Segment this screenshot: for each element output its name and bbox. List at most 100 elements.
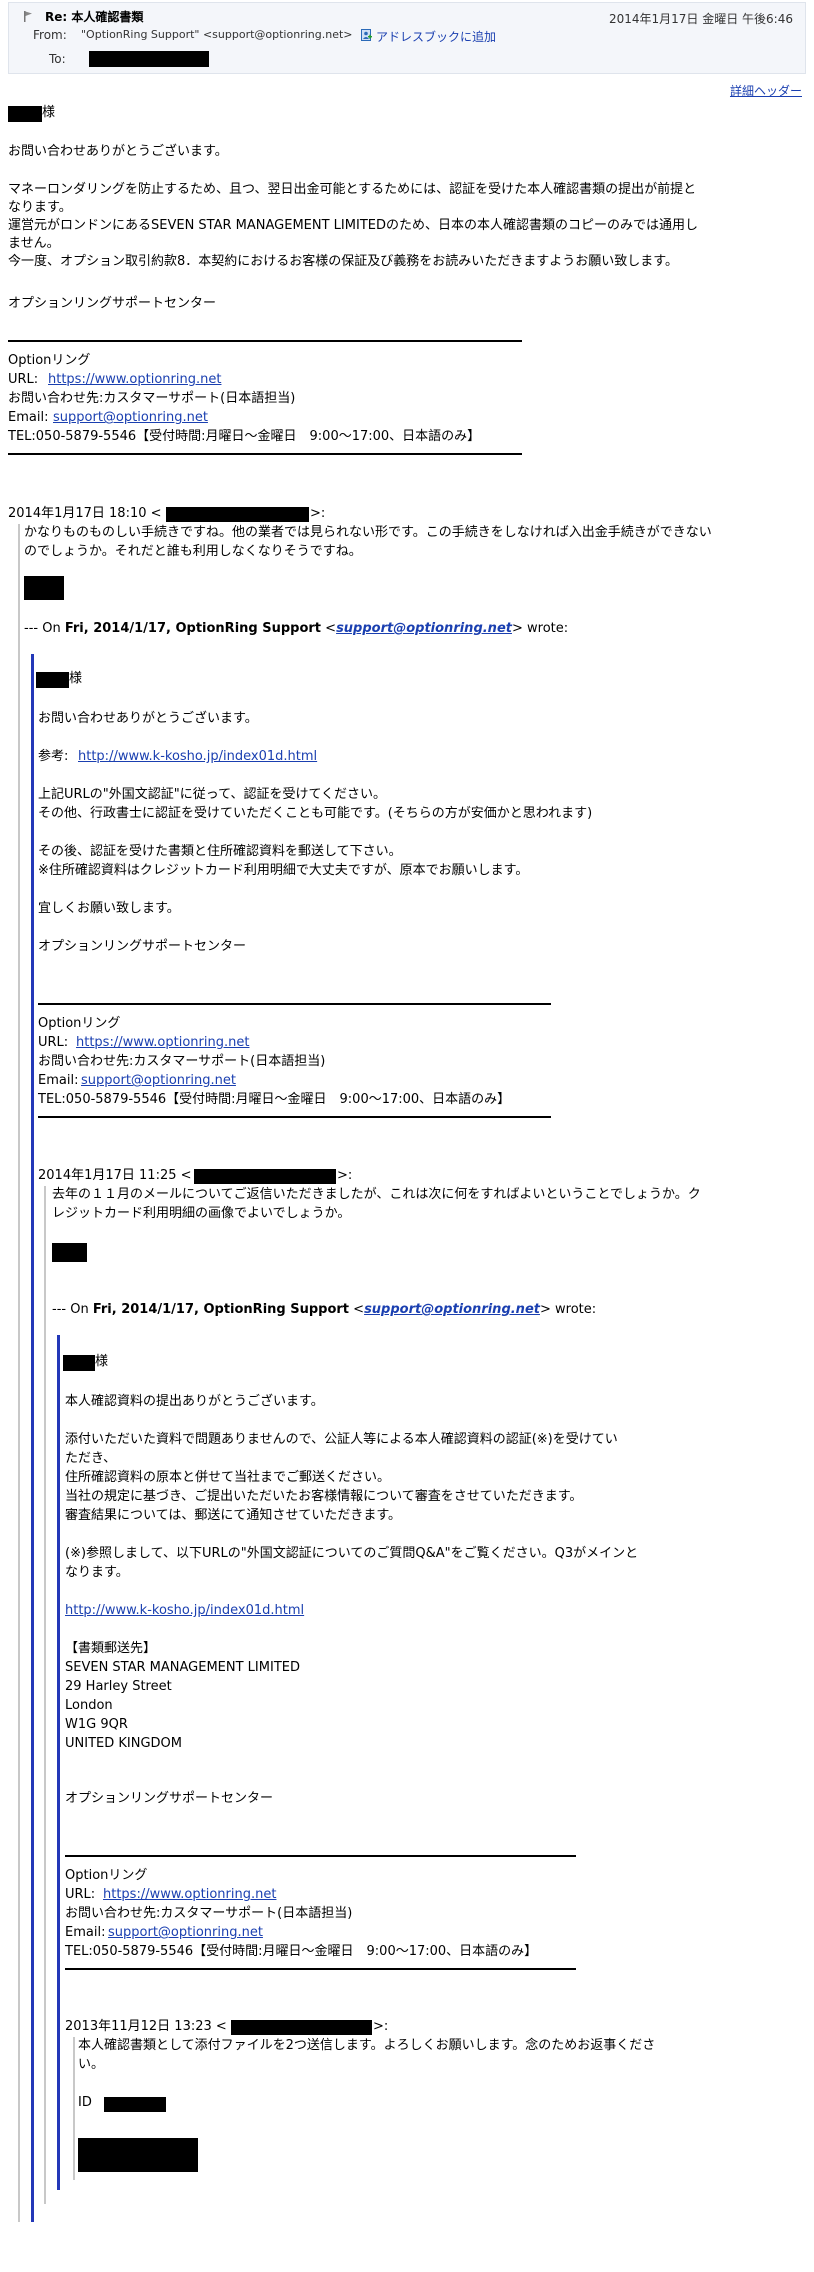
address-line: W1G 9QR — [65, 1717, 128, 1732]
message-header: Re: 本人確認書類 2014年1月17日 金曜日 午後6:46 From: "… — [8, 2, 806, 74]
salutation: 様 — [95, 1354, 109, 1369]
signature-divider — [8, 340, 522, 342]
redacted-name — [63, 1355, 95, 1371]
body-line: ません。 — [8, 236, 60, 251]
body-line: 上記URLの"外国文認証"に従って、認証を受けてください。 — [38, 787, 387, 802]
redacted-email — [166, 507, 309, 522]
address-line: London — [65, 1698, 113, 1713]
signature-name: Optionリング — [65, 1868, 148, 1883]
signature-divider — [38, 1003, 551, 1005]
id-label: ID — [78, 2095, 92, 2110]
signature-divider — [38, 1116, 551, 1118]
flag-icon[interactable] — [23, 11, 33, 22]
message-subject: Re: 本人確認書類 — [45, 10, 144, 24]
redacted-email — [231, 2020, 372, 2035]
sign-off: オプションリングサポートセンター — [65, 1791, 274, 1806]
signature-email-label: Email: — [65, 1925, 106, 1940]
signature-email-label: Email: — [38, 1073, 79, 1088]
quote-date: 2014年1月17日 18:10 < — [8, 506, 162, 521]
quote-line: 去年の１１月のメールについてご返信いただきましたが、これは次に何をすればよいとい… — [52, 1187, 701, 1202]
redacted-name — [36, 672, 69, 688]
address-line: SEVEN STAR MANAGEMENT LIMITED — [65, 1660, 300, 1675]
signature-name: Optionリング — [8, 353, 91, 368]
quote-date-suffix: >: — [373, 2019, 389, 2034]
body-line: 今一度、オプション取引約款8．本契約におけるお客様の保証及び義務をお読みいただき… — [8, 254, 678, 269]
body-line: なります。 — [65, 1565, 129, 1580]
greeting: お問い合わせありがとうございます。 — [38, 711, 258, 726]
signature-email-label: Email: — [8, 410, 49, 425]
signature-name: Optionリング — [38, 1016, 121, 1031]
quote-date: 2013年11月12日 13:23 < — [65, 2019, 227, 2034]
signature-contact: お問い合わせ先:カスタマーサポート(日本語担当) — [38, 1054, 326, 1069]
wrote-line: --- On Fri, 2014/1/17, OptionRing Suppor… — [52, 1302, 597, 1317]
quote-bar — [18, 524, 20, 2222]
signature-url-link[interactable]: https://www.optionring.net — [48, 371, 221, 389]
sign-off: オプションリングサポートセンター — [38, 939, 247, 954]
body-line: マネーロンダリングを防止するため、且つ、翌日出金可能とするためには、認証を受けた… — [8, 182, 697, 197]
signature-contact: お問い合わせ先:カスタマーサポート(日本語担当) — [8, 391, 296, 406]
to-value-redacted — [89, 51, 209, 67]
signature-url-link[interactable]: https://www.optionring.net — [103, 1886, 276, 1904]
quote-bar — [31, 654, 34, 2222]
body-line: 住所確認資料の原本と併せて当社までご郵送ください。 — [65, 1470, 391, 1485]
signature-tel: TEL:050-5879-5546【受付時間:月曜日～金曜日 9:00～17:0… — [38, 1092, 511, 1107]
body-line: その後、認証を受けた書類と住所確認資料を郵送して下さい。 — [38, 844, 402, 859]
reference-label: 参考: — [38, 749, 69, 764]
signature-divider — [8, 453, 522, 455]
redacted-name — [8, 106, 42, 122]
quote-line: い。 — [78, 2057, 105, 2072]
reference-url-link[interactable]: http://www.k-kosho.jp/index01d.html — [65, 1602, 304, 1620]
body-line: なります。 — [8, 200, 72, 215]
quote-bar — [73, 2037, 75, 2180]
wrote-email-link[interactable]: support@optionring.net — [336, 621, 512, 636]
signature-email-link[interactable]: support@optionring.net — [53, 409, 208, 427]
addressbook-icon[interactable] — [361, 29, 372, 41]
redacted-id — [104, 2097, 166, 2112]
body-line: 宜しくお願い致します。 — [38, 901, 180, 916]
signature-divider — [65, 1855, 576, 1857]
body-line: ※住所確認資料はクレジットカード利用明細で大丈夫ですが、原本でお願いします。 — [38, 863, 529, 878]
detail-header-link[interactable]: 詳細ヘッダー — [730, 82, 802, 99]
address-line: 【書類郵送先】 — [65, 1641, 157, 1656]
from-label: From: — [33, 28, 67, 42]
sign-off: オプションリングサポートセンター — [8, 296, 217, 311]
salutation: 様 — [42, 105, 56, 120]
body-line: 審査結果については、郵送にて通知させていただきます。 — [65, 1508, 402, 1523]
signature-email-link[interactable]: support@optionring.net — [81, 1072, 236, 1090]
wrote-email-link[interactable]: support@optionring.net — [364, 1302, 540, 1317]
address-line: UNITED KINGDOM — [65, 1736, 182, 1751]
body-line: (※)参照しまして、以下URLの"外国文認証についてのご質問Q&A"をご覧くださ… — [65, 1546, 639, 1561]
signature-url-label: URL: — [65, 1887, 96, 1902]
signature-tel: TEL:050-5879-5546【受付時間:月曜日～金曜日 9:00～17:0… — [65, 1944, 538, 1959]
signature-contact: お問い合わせ先:カスタマーサポート(日本語担当) — [65, 1906, 353, 1921]
signature-divider — [65, 1968, 576, 1970]
reference-url-link[interactable]: http://www.k-kosho.jp/index01d.html — [78, 748, 317, 766]
redacted-signature — [78, 2138, 198, 2172]
signature-url-label: URL: — [38, 1035, 69, 1050]
body-line: 当社の規定に基づき、ご提出いただいたお客様情報について審査をさせていただきます。 — [65, 1489, 583, 1504]
wrote-line: --- On Fri, 2014/1/17, OptionRing Suppor… — [24, 621, 569, 636]
redacted-signature — [52, 1243, 87, 1262]
signature-email-link[interactable]: support@optionring.net — [108, 1924, 263, 1942]
message-date: 2014年1月17日 金曜日 午後6:46 — [608, 12, 793, 26]
quote-line: 本人確認書類として添付ファイルを2つ送信します。よろしくお願いします。念のためお… — [78, 2038, 656, 2053]
quote-line: かなりものものしい手続きですね。他の業者では見られない形です。この手続きをしなけ… — [24, 525, 712, 540]
greeting: 本人確認資料の提出ありがとうございます。 — [65, 1394, 324, 1409]
signature-url-link[interactable]: https://www.optionring.net — [76, 1034, 249, 1052]
greeting: お問い合わせありがとうございます。 — [8, 144, 228, 159]
body-line: その他、行政書士に認証を受けていただくことも可能です。(そちらの方が安価かと思わ… — [38, 806, 593, 821]
body-line: ただき、 — [65, 1451, 117, 1466]
quote-line: のでしょうか。それだと誰も利用しなくなりそうですね。 — [24, 544, 362, 559]
salutation: 様 — [69, 671, 83, 686]
body-line: 添付いただいた資料で問題ありませんので、公証人等による本人確認資料の認証(※)を… — [65, 1432, 618, 1447]
add-to-addressbook-link[interactable]: アドレスブックに追加 — [376, 28, 496, 45]
signature-tel: TEL:050-5879-5546【受付時間:月曜日～金曜日 9:00～17:0… — [8, 429, 481, 444]
quote-bar — [57, 1335, 60, 2190]
quote-date: 2014年1月17日 11:25 < — [38, 1168, 192, 1183]
address-line: 29 Harley Street — [65, 1679, 172, 1694]
body-line: 運営元がロンドンにあるSEVEN STAR MANAGEMENT LIMITED… — [8, 218, 698, 233]
redacted-email — [194, 1169, 336, 1184]
from-value: "OptionRing Support" <support@optionring… — [81, 28, 353, 41]
quote-bar — [44, 1186, 46, 2204]
quote-line: レジットカード利用明細の画像でよいでしょうか。 — [52, 1206, 351, 1221]
